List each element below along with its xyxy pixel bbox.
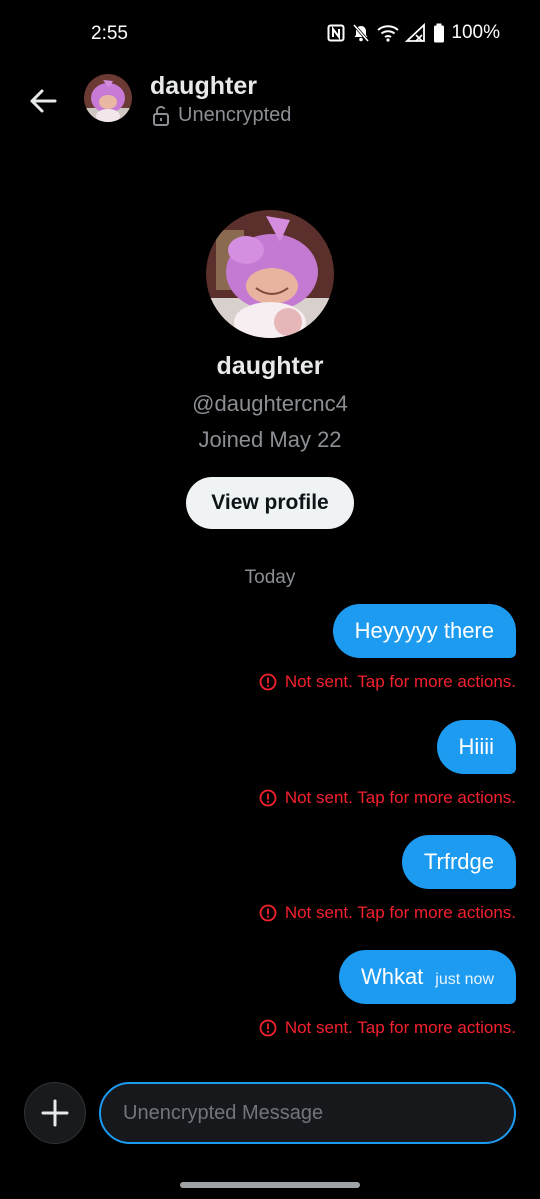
date-divider: Today (244, 567, 296, 588)
send-error[interactable]: Not sent. Tap for more actions. (259, 903, 516, 923)
message-item[interactable]: Heyyyyy there Not sent. Tap for more act… (259, 604, 516, 692)
message-item[interactable]: Hiiii Not sent. Tap for more actions. (259, 720, 516, 808)
plus-icon (41, 1099, 69, 1127)
encryption-label: Unencrypted (178, 104, 292, 126)
status-icons: 100% (327, 22, 500, 44)
send-error[interactable]: Not sent. Tap for more actions. (259, 672, 516, 692)
encryption-status: Unencrypted (152, 104, 291, 127)
header-name: daughter (150, 72, 257, 100)
profile-name: daughter (216, 352, 324, 380)
signal-icon (405, 23, 426, 42)
header-avatar[interactable] (84, 74, 132, 122)
view-profile-button[interactable]: View profile (186, 477, 354, 529)
profile-card: daughter @daughtercnc4 Joined May 22 Vie… (0, 210, 540, 529)
send-error-text: Not sent. Tap for more actions. (284, 1018, 516, 1037)
status-time: 2:55 (91, 23, 128, 44)
profile-joined-date: Joined May 22 (198, 427, 342, 452)
profile-avatar[interactable] (206, 210, 334, 338)
status-bar: 2:55 100% (0, 0, 540, 70)
message-text: Hiiii (458, 734, 494, 759)
message-item[interactable]: Trfrdge Not sent. Tap for more actions. (259, 835, 516, 923)
error-icon (259, 673, 277, 691)
error-icon (259, 904, 277, 922)
error-icon (259, 789, 277, 807)
message-text: Trfrdge (423, 849, 494, 874)
home-indicator[interactable] (180, 1182, 360, 1188)
avatar-image (84, 74, 132, 122)
unlock-icon (153, 105, 169, 126)
arrow-left-icon (30, 89, 57, 113)
battery-icon (434, 23, 445, 43)
bell-muted-icon (353, 24, 370, 42)
message-bubble[interactable]: Heyyyyy there (332, 604, 516, 658)
message-timestamp: just now (435, 971, 494, 988)
message-input[interactable] (99, 1082, 516, 1144)
send-error[interactable]: Not sent. Tap for more actions. (259, 1018, 516, 1038)
send-error-text: Not sent. Tap for more actions. (284, 672, 516, 691)
conversation-header: daughter Unencrypted (0, 70, 540, 140)
message-bubble[interactable]: Whkat just now (338, 950, 516, 1004)
message-composer (0, 1080, 540, 1146)
send-error[interactable]: Not sent. Tap for more actions. (259, 788, 516, 808)
battery-percent: 100% (451, 22, 500, 43)
send-error-text: Not sent. Tap for more actions. (284, 903, 516, 922)
profile-avatar-image (206, 210, 334, 338)
error-icon (259, 1019, 277, 1037)
message-text: Heyyyyy there (354, 618, 494, 643)
profile-handle: @daughtercnc4 (192, 391, 348, 416)
wifi-icon (377, 25, 400, 42)
back-button[interactable] (24, 82, 62, 120)
message-text: Whkat (360, 964, 424, 989)
nfc-icon (327, 24, 345, 42)
send-error-text: Not sent. Tap for more actions. (284, 788, 516, 807)
message-item[interactable]: Whkat just now Not sent. Tap for more ac… (259, 950, 516, 1038)
attach-button[interactable] (24, 1082, 86, 1144)
message-bubble[interactable]: Hiiii (436, 720, 516, 774)
message-bubble[interactable]: Trfrdge (401, 835, 516, 889)
